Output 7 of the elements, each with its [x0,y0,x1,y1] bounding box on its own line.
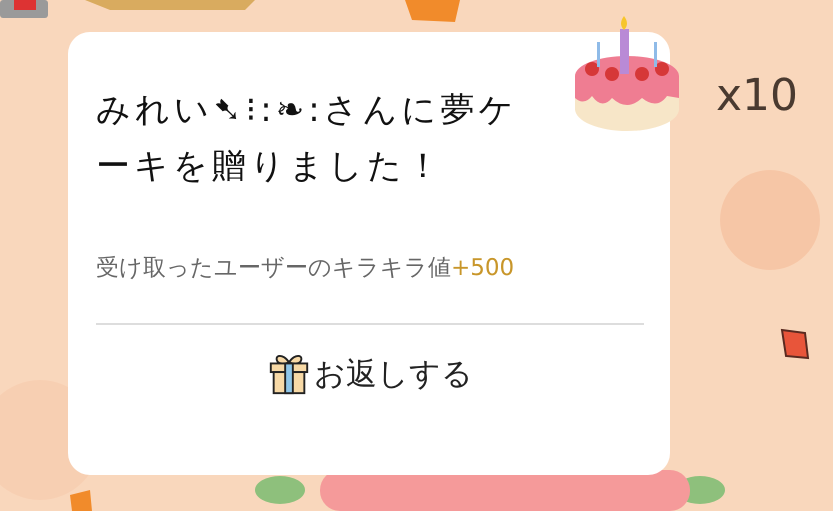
bonus-text: 受け取ったユーザーのキラキラ値+500 [96,254,516,283]
confetti-shape [780,328,810,360]
return-gift-button[interactable]: お返しする [266,351,473,397]
confetti-shape [70,490,92,511]
dialog-title: みれい➷⁝:❧:さんに夢ケーキを贈りました！ [96,89,519,188]
confetti-shape [405,0,460,22]
gift-count: x10 [716,70,798,121]
